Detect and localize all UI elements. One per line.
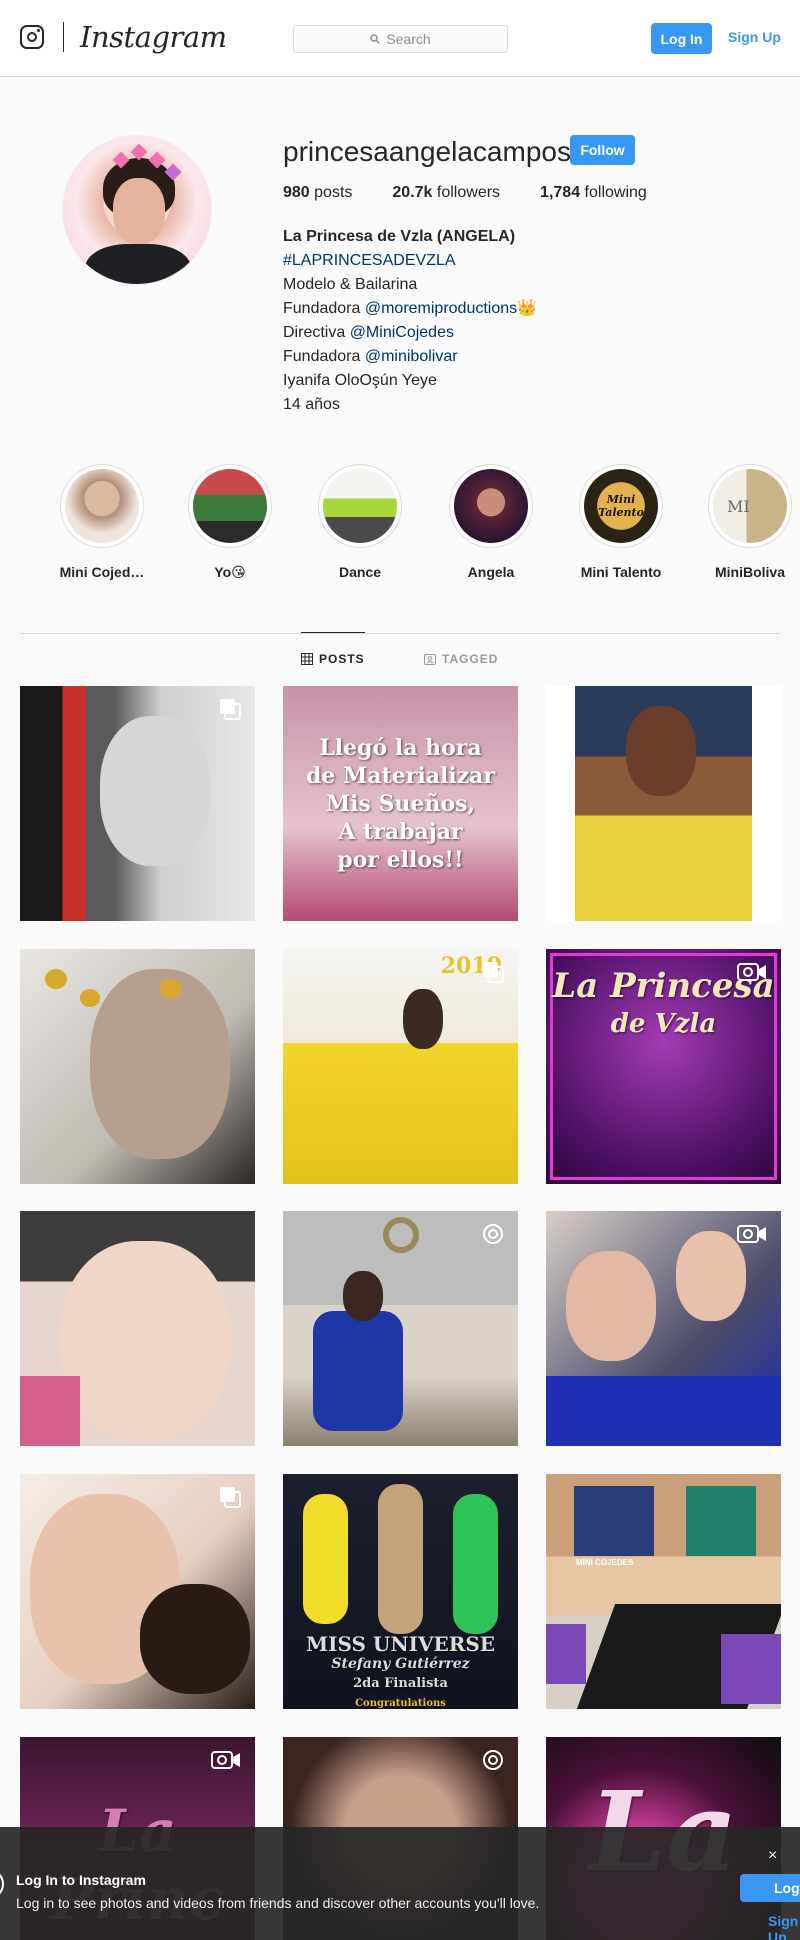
post-tile[interactable] <box>20 949 255 1184</box>
post-tile[interactable]: Llegó la hora de Materializar Mis Sueños… <box>283 686 518 921</box>
highlight-miniboliva[interactable]: MI MiniBoliva <box>685 464 800 580</box>
post-tile[interactable]: 2019 <box>283 949 518 1184</box>
profile-stats: 980 posts 20.7k followers 1,784 followin… <box>283 184 687 202</box>
mention-minicojedes[interactable]: @MiniCojedes <box>350 324 454 341</box>
tabs-divider <box>20 633 780 634</box>
tab-tagged[interactable]: TAGGED <box>424 652 498 666</box>
banner-signup-link[interactable]: Sign Up <box>768 1913 800 1940</box>
carousel-icon <box>219 698 241 725</box>
top-navigation-bar: Instagram Search Log In Sign Up <box>0 0 800 77</box>
story-highlights: Mini Cojed… Yo😘 Dance Angela Mini Talent… <box>0 464 800 584</box>
bio-hashtag-link[interactable]: #LAPRINCESADEVZLA <box>283 249 537 273</box>
bio-line: Fundadora @minibolivar <box>283 348 458 365</box>
post-tile[interactable]: La Princesa de Vzla <box>546 949 781 1184</box>
search-icon <box>370 34 381 44</box>
instagram-glyph-icon <box>0 1869 4 1899</box>
post-tile[interactable]: MINI COJEDES <box>546 1474 781 1709</box>
video-icon <box>482 1223 504 1250</box>
close-icon[interactable]: × <box>768 1847 777 1865</box>
highlight-yo[interactable]: Yo😘 <box>165 464 295 581</box>
tagged-user-icon <box>424 654 436 665</box>
post-tile[interactable]: MISS UNIVERSE Stefany Gutiérrez 2da Fina… <box>283 1474 518 1709</box>
bio-line: Directiva @MiniCojedes <box>283 324 454 341</box>
post-tile[interactable] <box>20 1474 255 1709</box>
grid-icon <box>301 653 313 665</box>
instagram-logo-icon <box>20 25 44 49</box>
profile-username: princesaangelacampos <box>283 136 571 167</box>
following-count[interactable]: 1,784 following <box>540 184 647 202</box>
posts-count: 980 posts <box>283 184 353 201</box>
banner-login-button[interactable]: Log In <box>740 1874 800 1902</box>
active-tab-indicator <box>301 632 365 633</box>
post-tile[interactable] <box>20 1211 255 1446</box>
video-icon <box>482 1749 504 1776</box>
profile-full-name: La Princesa de Vzla (ANGELA) <box>283 228 516 245</box>
bio-line: Modelo & Bailarina <box>283 276 418 293</box>
highlight-mini-talento[interactable]: Mini Talento Mini Talento <box>556 464 686 580</box>
video-icon <box>737 1223 767 1250</box>
tab-posts[interactable]: POSTS <box>301 652 365 666</box>
profile-bio: La Princesa de Vzla (ANGELA) #LAPRINCESA… <box>283 225 537 417</box>
bio-line: Iyanifa OloOşún Yeye <box>283 372 437 389</box>
signup-link[interactable]: Sign Up <box>728 29 781 45</box>
login-prompt-banner: Log In to Instagram Log in to see photos… <box>0 1827 800 1940</box>
video-icon <box>211 1749 241 1776</box>
mention-minibolivar[interactable]: @minibolivar <box>365 348 458 365</box>
post-tile[interactable] <box>283 1211 518 1446</box>
bio-line: 14 años <box>283 396 340 413</box>
followers-count[interactable]: 20.7k followers <box>392 184 500 202</box>
post-tile[interactable] <box>546 686 781 921</box>
instagram-home-link[interactable]: Instagram <box>20 20 227 54</box>
search-placeholder: Search <box>386 31 431 47</box>
post-tile[interactable] <box>546 1211 781 1446</box>
video-icon <box>737 961 767 988</box>
highlight-dance[interactable]: Dance <box>295 464 425 580</box>
highlight-angela[interactable]: Angela <box>426 464 556 580</box>
carousel-icon <box>482 961 504 988</box>
banner-title: Log In to Instagram <box>16 1872 146 1888</box>
crown-emoji-icon: 👑 <box>517 300 538 317</box>
follow-button[interactable]: Follow <box>570 135 635 165</box>
banner-subtitle: Log in to see photos and videos from fri… <box>16 1895 540 1911</box>
profile-avatar <box>62 135 212 285</box>
logo-divider <box>63 22 64 52</box>
search-input[interactable]: Search <box>293 25 508 53</box>
instagram-wordmark: Instagram <box>80 20 227 54</box>
bio-line: Fundadora @moremiproductions👑 <box>283 300 538 317</box>
highlight-mini-cojedes[interactable]: Mini Cojed… <box>37 464 167 580</box>
login-button[interactable]: Log In <box>651 23 712 54</box>
mention-moremiproductions[interactable]: @moremiproductions <box>365 300 517 317</box>
carousel-icon <box>219 1486 241 1513</box>
post-tile[interactable] <box>20 686 255 921</box>
